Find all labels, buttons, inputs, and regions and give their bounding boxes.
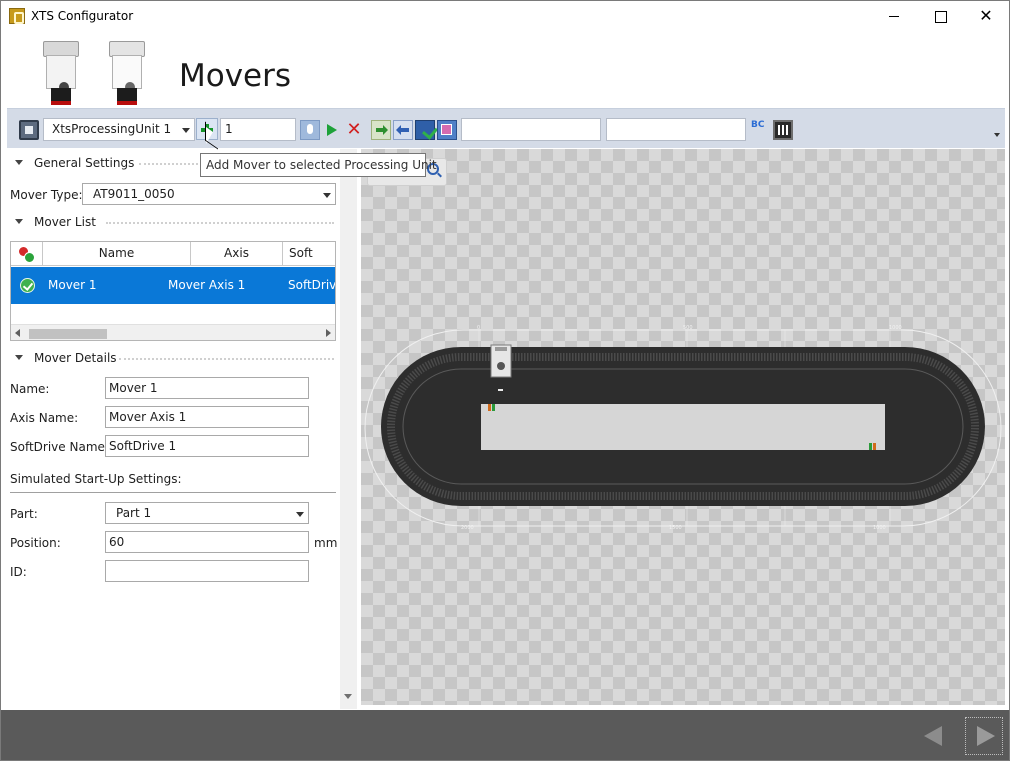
dimension-label: 1000	[889, 325, 902, 331]
mover-count-input[interactable]: 1	[220, 118, 296, 141]
maximize-button[interactable]	[917, 1, 963, 31]
scroll-left-icon[interactable]	[15, 329, 20, 337]
sensor-marker	[873, 443, 876, 450]
axis-name-label: Axis Name:	[10, 411, 79, 425]
person-icon[interactable]	[300, 120, 320, 140]
name-field[interactable]: Mover 1	[105, 377, 309, 399]
delete-icon[interactable]: ✕	[344, 120, 364, 140]
app-icon	[9, 8, 25, 24]
part-label: Part:	[10, 507, 38, 521]
minimize-button[interactable]	[871, 1, 917, 31]
tooltip: Add Mover to selected Processing Unit	[200, 153, 437, 177]
column-header-name[interactable]: Name	[43, 242, 191, 265]
arrow-left-icon[interactable]	[393, 120, 413, 140]
part-value: Part 1	[116, 506, 152, 520]
sensor-marker	[869, 443, 872, 450]
status-icon	[19, 247, 35, 263]
mover-list-header[interactable]: Mover List	[11, 214, 334, 232]
import-icon[interactable]	[415, 120, 435, 140]
toolbar-field-2[interactable]	[606, 118, 746, 141]
settings-panel: General Settings Mover Type: AT9011_0050…	[7, 149, 340, 709]
row-name: Mover 1	[48, 278, 97, 292]
sensor-marker	[488, 404, 491, 411]
scroll-right-icon[interactable]	[326, 329, 331, 337]
page-title: Movers	[179, 58, 292, 94]
xts-configurator-window: XTS Configurator ✕ Movers XtsProcessingU…	[0, 0, 1010, 761]
close-button[interactable]: ✕	[963, 1, 1009, 31]
chevron-down-icon	[182, 128, 190, 133]
footer-bar	[1, 710, 1009, 760]
name-label: Name:	[10, 382, 50, 396]
collapse-icon	[15, 219, 23, 224]
scroll-down-icon[interactable]	[344, 694, 352, 699]
dimension-label: 1000	[873, 525, 886, 531]
sensor-marker	[492, 404, 495, 411]
page-header: Movers	[1, 32, 1009, 108]
mover-details-header[interactable]: Mover Details	[11, 350, 334, 368]
column-header-status[interactable]	[11, 242, 43, 265]
mover-list-grid: Name Axis Soft Mover 1 Mover Axis 1 Soft…	[10, 241, 336, 341]
track-inner-area	[481, 404, 885, 450]
back-button[interactable]	[916, 723, 948, 749]
collapse-icon	[15, 355, 23, 360]
chevron-down-icon	[296, 512, 304, 517]
position-field[interactable]: 60	[105, 531, 309, 553]
window-title: XTS Configurator	[31, 9, 134, 23]
layers-icon[interactable]	[437, 120, 457, 140]
abc-icon[interactable]: BC	[751, 120, 771, 140]
toolbar-field-1[interactable]	[461, 118, 601, 141]
section-title: General Settings	[34, 156, 135, 170]
toolbar-overflow-icon[interactable]	[994, 133, 1000, 137]
horizontal-scrollbar[interactable]	[11, 324, 335, 340]
collapse-icon	[15, 160, 23, 165]
dimension-label: 2000	[461, 525, 474, 531]
processing-unit-icon	[19, 120, 39, 140]
softdrive-name-label: SoftDrive Name:	[10, 440, 109, 454]
check-icon	[20, 278, 35, 293]
dimension-label: 1500	[669, 525, 682, 531]
id-label: ID:	[10, 565, 27, 579]
id-field[interactable]	[105, 560, 309, 582]
mover-type-label: Mover Type:	[10, 188, 83, 202]
track-canvas[interactable]: 0 500 1000 2000 1500 1000	[361, 149, 1005, 705]
softdrive-name-field[interactable]: SoftDrive 1	[105, 435, 309, 457]
column-header-softdrive[interactable]: Soft	[283, 242, 335, 265]
row-softdrive: SoftDrive	[288, 278, 336, 292]
axis-name-field[interactable]: Mover Axis 1	[105, 406, 309, 428]
toolbar: XtsProcessingUnit 1 1 ✕ BC	[7, 108, 1005, 148]
processing-unit-select[interactable]: XtsProcessingUnit 1	[43, 118, 195, 141]
row-axis: Mover Axis 1	[168, 278, 246, 292]
position-label: Position:	[10, 536, 61, 550]
track-layout: 0 500 1000 2000 1500 1000	[364, 325, 1002, 531]
position-unit: mm	[314, 536, 338, 550]
vertical-scrollbar[interactable]	[340, 149, 357, 709]
divider	[10, 492, 336, 493]
dimension-label: 500	[683, 325, 693, 331]
mover-type-value: AT9011_0050	[93, 187, 175, 201]
xts-mover-image-front	[43, 41, 79, 105]
mover-type-select[interactable]: AT9011_0050	[82, 183, 336, 205]
scroll-thumb[interactable]	[29, 329, 107, 339]
next-button[interactable]	[965, 717, 1003, 755]
section-title: Mover List	[34, 215, 96, 229]
grid-header: Name Axis Soft	[11, 242, 335, 266]
arrow-right-icon[interactable]	[371, 120, 391, 140]
column-header-axis[interactable]: Axis	[191, 242, 283, 265]
title-bar: XTS Configurator ✕	[1, 1, 1009, 32]
xts-mover-image-back	[109, 41, 145, 105]
mouse-cursor-icon	[206, 127, 213, 144]
chevron-down-icon	[323, 193, 331, 198]
qr-icon[interactable]	[773, 120, 793, 140]
play-icon[interactable]	[322, 120, 342, 140]
part-select[interactable]: Part 1	[105, 502, 309, 524]
simulated-startup-title: Simulated Start-Up Settings:	[10, 472, 182, 486]
dimension-label: 0	[477, 325, 480, 331]
processing-unit-value: XtsProcessingUnit 1	[52, 122, 172, 136]
table-row[interactable]: Mover 1 Mover Axis 1 SoftDrive	[11, 267, 336, 304]
section-title: Mover Details	[34, 351, 117, 365]
